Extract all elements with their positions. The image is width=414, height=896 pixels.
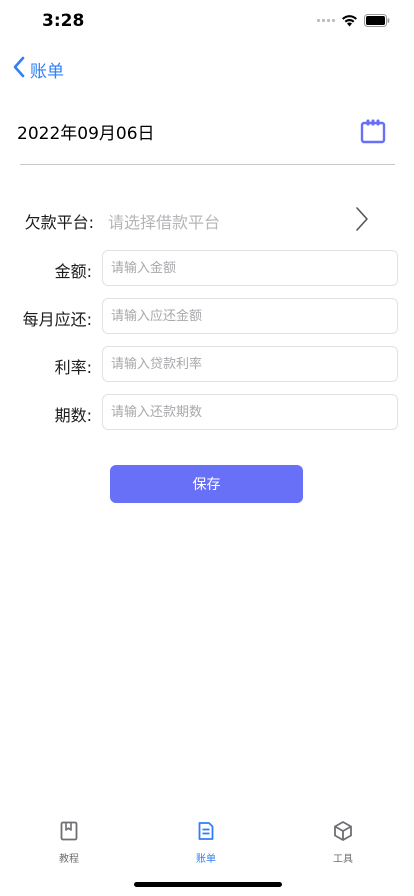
- date-value: 2022年09月06日: [17, 124, 155, 144]
- home-indicator: [134, 882, 282, 887]
- tab-tutorial[interactable]: 教程: [29, 820, 109, 865]
- battery-icon: [364, 14, 390, 27]
- amount-label: 金额:: [54, 262, 92, 281]
- calendar-icon[interactable]: [358, 116, 388, 146]
- status-time: 3:28: [42, 11, 85, 31]
- chevron-left-icon: [12, 56, 26, 82]
- platform-label: 欠款平台:: [24, 213, 94, 232]
- wifi-icon: [341, 14, 358, 27]
- rate-label: 利率:: [54, 358, 92, 377]
- tab-bar: 教程 账单 工具: [0, 820, 414, 876]
- bill-icon: [196, 820, 216, 846]
- date-row: 2022年09月06日: [0, 110, 414, 150]
- tab-tutorial-label: 教程: [59, 854, 79, 865]
- book-icon: [59, 820, 79, 846]
- periods-label: 期数:: [54, 406, 92, 425]
- status-bar: 3:28: [0, 0, 414, 46]
- tab-tools[interactable]: 工具: [303, 820, 383, 865]
- chevron-right-icon[interactable]: [354, 205, 370, 237]
- tab-tools-label: 工具: [333, 854, 353, 865]
- amount-input[interactable]: [102, 250, 398, 286]
- divider: [20, 164, 395, 165]
- periods-input[interactable]: [102, 394, 398, 430]
- save-button[interactable]: 保存: [110, 465, 303, 503]
- tab-bill[interactable]: 账单: [166, 820, 246, 865]
- tab-bill-label: 账单: [196, 854, 216, 865]
- signal-icon: [317, 19, 335, 22]
- rate-input[interactable]: [102, 346, 398, 382]
- box-icon: [332, 820, 354, 846]
- monthly-label: 每月应还:: [22, 310, 92, 329]
- back-label: 账单: [30, 61, 64, 82]
- back-button[interactable]: 账单: [12, 56, 64, 82]
- status-icons: [317, 14, 390, 27]
- platform-select[interactable]: 请选择借款平台: [108, 209, 220, 233]
- monthly-input[interactable]: [102, 298, 398, 334]
